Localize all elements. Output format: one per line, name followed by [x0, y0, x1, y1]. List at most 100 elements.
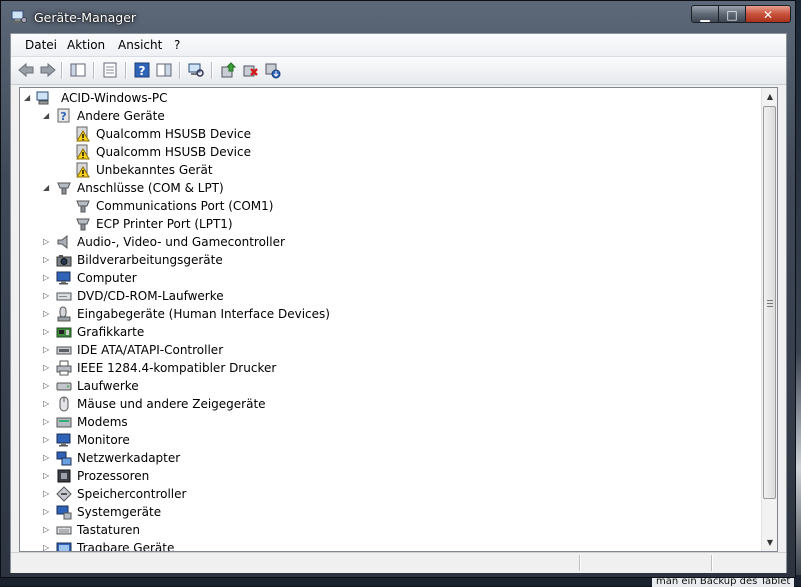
ide-controller-icon	[56, 346, 72, 355]
close-button[interactable]: ✕	[745, 5, 791, 23]
tree-item-label: Tastaturen	[77, 523, 140, 537]
port-icon	[76, 218, 90, 231]
tree-item-label: Qualcomm HSUSB Device	[96, 145, 251, 159]
expand-icon[interactable]: ▷	[43, 485, 49, 503]
hid-icon	[57, 306, 71, 322]
tree-item-label: Systemgeräte	[77, 505, 162, 519]
help-icon[interactable]: ?	[133, 61, 151, 79]
display-adapter-icon	[56, 327, 72, 338]
collapse-icon[interactable]: ◢	[24, 89, 30, 107]
disk-drive-icon	[56, 382, 72, 391]
expand-icon[interactable]: ▷	[43, 305, 49, 323]
menu-datei[interactable]: Datei	[25, 38, 57, 52]
show-hide-console-tree-icon[interactable]	[69, 61, 87, 79]
back-icon[interactable]	[17, 61, 35, 79]
status-separator	[579, 555, 581, 571]
expand-icon[interactable]: ▷	[43, 359, 49, 377]
expand-icon[interactable]: ▷	[43, 377, 49, 395]
update-driver-icon[interactable]	[219, 61, 237, 79]
tree-item-label: Anschlüsse (COM & LPT)	[77, 181, 224, 195]
tree-item-label: Communications Port (COM1)	[96, 199, 274, 213]
unknown-device-icon: ?	[57, 108, 70, 123]
close-icon: ✕	[762, 8, 774, 22]
storage-controller-icon	[56, 486, 72, 502]
expand-icon[interactable]: ▷	[43, 413, 49, 431]
properties-icon[interactable]	[101, 61, 119, 79]
grip-line	[767, 303, 773, 304]
svg-text:?: ?	[60, 110, 66, 123]
maximize-icon: □	[726, 8, 738, 22]
toolbar-separator	[211, 62, 213, 79]
tree-item-label: Prozessoren	[77, 469, 150, 483]
expand-icon[interactable]: ▷	[43, 233, 49, 251]
warning-device-icon	[76, 144, 90, 160]
optical-drive-icon	[56, 292, 72, 301]
vertical-scrollbar[interactable]: ▲ ▼	[761, 88, 777, 551]
tree-item-label: Qualcomm HSUSB Device	[96, 127, 251, 141]
printer-icon	[56, 360, 72, 376]
expand-icon[interactable]: ▷	[43, 467, 49, 485]
status-separator	[711, 555, 713, 571]
device-tree[interactable]: ◢ ACID-Windows-PC ◢? Andere Geräte Qualcom…	[19, 87, 778, 552]
tree-item-label: Audio-, Video- und Gamecontroller	[77, 235, 285, 249]
menu-help[interactable]: ?	[174, 38, 180, 52]
forward-icon[interactable]	[39, 61, 57, 79]
computer-icon	[36, 91, 49, 105]
scroll-up-button[interactable]: ▲	[762, 88, 777, 105]
maximize-button[interactable]: □	[718, 5, 746, 23]
menu-bar: Datei Aktion Ansicht ?	[11, 34, 786, 57]
client-area: Datei Aktion Ansicht ? ? ◢ ACID-Windows-…	[10, 33, 787, 573]
monitor-icon	[56, 433, 71, 447]
portable-device-icon	[56, 542, 72, 551]
expand-icon[interactable]: ▷	[43, 539, 49, 551]
tree-item-label: Mäuse und andere Zeigegeräte	[77, 397, 266, 411]
tree-item-label: Modems	[77, 415, 128, 429]
toolbar-separator	[61, 62, 63, 79]
minimize-icon: ▁	[700, 8, 710, 22]
disable-icon[interactable]	[263, 61, 281, 79]
expand-icon[interactable]: ▷	[43, 251, 49, 269]
scroll-thumb[interactable]	[763, 106, 776, 499]
speaker-icon	[57, 234, 68, 250]
expand-icon[interactable]: ▷	[43, 503, 49, 521]
camera-icon	[56, 255, 72, 267]
expand-icon[interactable]: ▷	[43, 323, 49, 341]
svg-text:?: ?	[139, 64, 146, 78]
minimize-button[interactable]: ▁	[691, 5, 719, 23]
scan-hardware-icon[interactable]	[187, 61, 205, 79]
grip-line	[767, 306, 773, 307]
expand-icon[interactable]: ▷	[43, 287, 49, 305]
expand-icon[interactable]: ▷	[43, 341, 49, 359]
tree-item-label: Bildverarbeitungsgeräte	[77, 253, 223, 267]
expand-icon[interactable]: ▷	[43, 431, 49, 449]
collapse-icon[interactable]: ◢	[43, 179, 49, 197]
warning-device-icon	[76, 162, 90, 178]
menu-aktion[interactable]: Aktion	[67, 38, 105, 52]
tree-item-label: Unbekanntes Gerät	[96, 163, 213, 177]
tree-item-label: Computer	[77, 271, 137, 285]
keyboard-icon	[56, 526, 72, 535]
expand-icon[interactable]: ▷	[43, 449, 49, 467]
scroll-down-button[interactable]: ▼	[762, 534, 777, 551]
toolbar-separator	[125, 62, 127, 79]
modem-icon	[56, 417, 72, 428]
status-bar	[11, 552, 786, 573]
toolbar: ?	[11, 57, 786, 85]
toolbar-separator	[93, 62, 95, 79]
expand-icon[interactable]: ▷	[43, 269, 49, 287]
expand-icon[interactable]: ▷	[43, 395, 49, 413]
tree-item-label: DVD/CD-ROM-Laufwerke	[77, 289, 224, 303]
title-bar[interactable]: Geräte-Manager ▁ □ ✕	[1, 1, 795, 33]
uninstall-icon[interactable]	[241, 61, 259, 79]
tree-item-label: Laufwerke	[77, 379, 139, 393]
action-pane-icon[interactable]	[155, 61, 173, 79]
system-device-icon	[56, 505, 72, 520]
monitor-icon	[56, 271, 71, 285]
expand-icon[interactable]: ▷	[43, 521, 49, 539]
collapse-icon[interactable]: ◢	[43, 107, 49, 125]
processor-icon	[57, 469, 71, 483]
menu-ansicht[interactable]: Ansicht	[118, 38, 162, 52]
tree-item-label: IEEE 1284.4-kompatibler Drucker	[77, 361, 277, 375]
tree-item-label: Andere Geräte	[77, 109, 165, 123]
network-adapter-icon	[56, 451, 72, 466]
